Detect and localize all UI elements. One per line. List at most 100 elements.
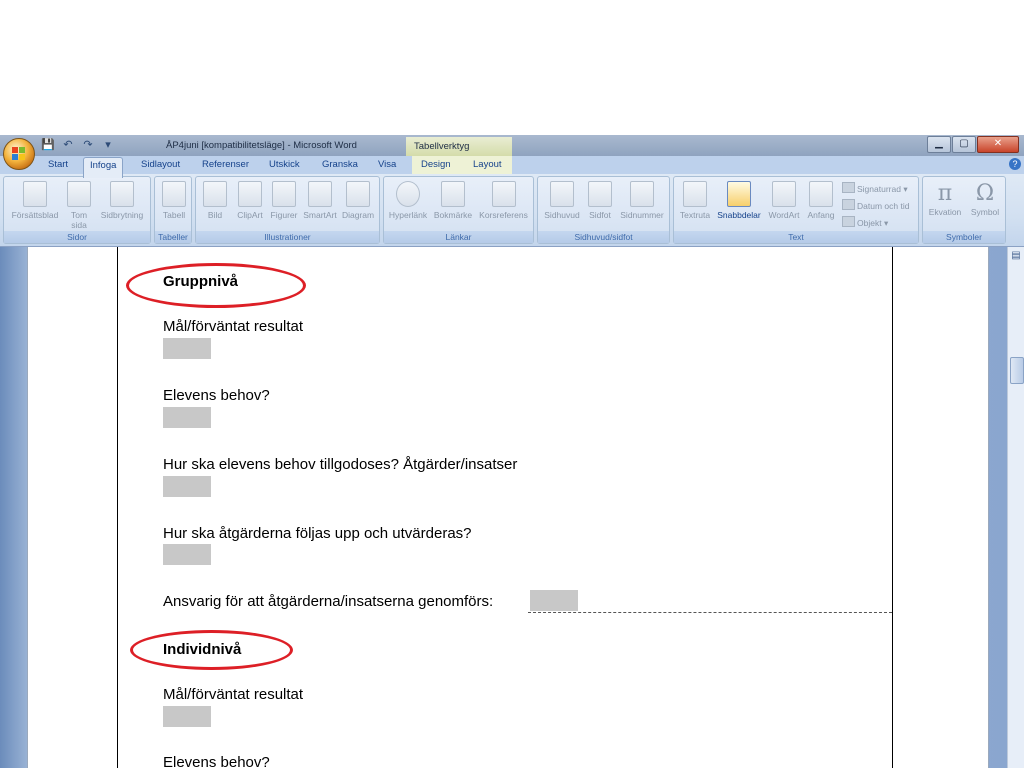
question-needs: Elevens behov? (163, 387, 270, 404)
hyperlink-button[interactable]: Hyperlänk (386, 181, 430, 220)
question-followup: Hur ska åtgärderna följas upp och utvärd… (163, 525, 472, 542)
page-number-button[interactable]: Sidnummer (617, 181, 667, 220)
group-label-tabeller: Tabeller (155, 231, 191, 243)
shapes-button[interactable]: Figurer (268, 181, 300, 220)
form-field-how[interactable] (163, 476, 211, 497)
form-field-followup[interactable] (163, 544, 211, 565)
table-row-separator (528, 612, 892, 613)
save-icon[interactable]: 💾 (40, 138, 56, 152)
blank-area (0, 0, 1024, 135)
tab-visa[interactable]: Visa (378, 159, 396, 170)
form-field-responsible[interactable] (530, 590, 578, 611)
symbol-button[interactable]: Ω Symbol (966, 181, 1004, 217)
smartart-button[interactable]: SmartArt (301, 181, 339, 220)
office-button[interactable] (3, 138, 35, 170)
table-border-right (892, 247, 893, 768)
form-field-goal-2[interactable] (163, 706, 211, 727)
tab-design[interactable]: Design (421, 159, 451, 170)
group-label-text: Text (674, 231, 918, 243)
office-logo-icon (12, 147, 25, 160)
clipart-icon (238, 181, 262, 207)
clipart-button[interactable]: ClipArt (232, 181, 268, 220)
minimize-button[interactable]: ▁ (927, 136, 951, 153)
table-icon (162, 181, 186, 207)
group-text: Textruta Snabbdelar WordArt Anfang Signa… (673, 176, 919, 244)
question-responsible: Ansvarig för att åtgärderna/insatserna g… (163, 593, 494, 610)
picture-icon (203, 181, 227, 207)
blank-page-icon (67, 181, 91, 207)
page-break-icon (110, 181, 134, 207)
calendar-icon (842, 199, 855, 210)
chart-icon (346, 181, 370, 207)
quick-parts-button[interactable]: Snabbdelar (714, 181, 764, 220)
group-sidhuvud-sidfot: Sidhuvud Sidfot Sidnummer Sidhuvud/sidfo… (537, 176, 670, 244)
page-break-button[interactable]: Sidbrytning (96, 181, 148, 220)
quick-parts-icon (727, 181, 751, 207)
footer-button[interactable]: Sidfot (585, 181, 615, 220)
scroll-thumb[interactable] (1010, 357, 1024, 384)
help-icon[interactable]: ? (1009, 158, 1021, 170)
group-label-sidor: Sidor (4, 231, 150, 243)
bookmark-icon (441, 181, 465, 207)
group-label-symboler: Symboler (923, 231, 1005, 243)
textbox-icon (683, 181, 707, 207)
chart-button[interactable]: Diagram (340, 181, 376, 220)
question-needs-2: Elevens behov? (163, 754, 270, 771)
footer-icon (588, 181, 612, 207)
tab-infoga[interactable]: Infoga (83, 157, 124, 178)
signature-line-button[interactable]: Signaturrad ▾ (842, 182, 908, 195)
date-time-button[interactable]: Datum och tid (842, 199, 909, 211)
quick-access-toolbar: 💾 ↶ ↷ ▾ (40, 137, 116, 153)
form-field-needs[interactable] (163, 407, 211, 428)
table-border-left (117, 247, 118, 768)
object-button[interactable]: Objekt ▾ (842, 216, 888, 229)
ruler-toggle-icon[interactable]: ▤ (1009, 250, 1023, 264)
group-label-sidhuvud-sidfot: Sidhuvud/sidfot (538, 231, 669, 243)
heading-gruppniva: Gruppnivå (163, 273, 239, 290)
question-goal: Mål/förväntat resultat (163, 318, 304, 335)
maximize-button[interactable]: ▢ (952, 136, 976, 153)
cross-reference-button[interactable]: Korsreferens (476, 181, 531, 220)
redo-icon[interactable]: ↷ (80, 138, 96, 152)
vertical-scrollbar[interactable] (1007, 247, 1024, 768)
group-tabeller: Tabell Tabeller (154, 176, 192, 244)
group-sidor: Försättsblad Tom sida Sidbrytning Sidor (3, 176, 151, 244)
bookmark-button[interactable]: Bokmärke (431, 181, 475, 220)
smartart-icon (308, 181, 332, 207)
blank-page-button[interactable]: Tom sida (64, 181, 94, 230)
drop-cap-button[interactable]: Anfang (804, 181, 838, 220)
window-controls: ▁ ▢ ✕ (927, 136, 1019, 153)
cover-page-button[interactable]: Försättsblad (8, 181, 62, 220)
form-field-goal[interactable] (163, 338, 211, 359)
tab-layout[interactable]: Layout (473, 159, 502, 170)
table-button[interactable]: Tabell (157, 181, 191, 220)
drop-cap-icon (809, 181, 833, 207)
tab-sidlayout[interactable]: Sidlayout (141, 159, 180, 170)
tab-granska[interactable]: Granska (322, 159, 358, 170)
shapes-icon (272, 181, 296, 207)
omega-icon: Ω (975, 181, 995, 206)
tab-utskick[interactable]: Utskick (269, 159, 300, 170)
question-goal-2: Mål/förväntat resultat (163, 686, 304, 703)
header-button[interactable]: Sidhuvud (540, 181, 584, 220)
wordart-button[interactable]: WordArt (765, 181, 803, 220)
picture-button[interactable]: Bild (200, 181, 230, 220)
tab-start[interactable]: Start (48, 159, 68, 170)
textbox-button[interactable]: Textruta (676, 181, 714, 220)
customize-icon[interactable]: ▾ (100, 138, 116, 152)
header-icon (550, 181, 574, 207)
undo-icon[interactable]: ↶ (60, 138, 76, 152)
heading-individniva: Individnivå (163, 641, 242, 658)
wordart-icon (772, 181, 796, 207)
window-title: ÅP4juni [kompatibilitetsläge] - Microsof… (166, 140, 357, 151)
close-button[interactable]: ✕ (977, 136, 1019, 153)
contextual-tab-title: Tabellverktyg (406, 137, 512, 156)
question-how: Hur ska elevens behov tillgodoses? Åtgär… (163, 456, 518, 473)
group-illustrationer: Bild ClipArt Figurer SmartArt Diagram Il… (195, 176, 380, 244)
equation-button[interactable]: π Ekvation (925, 181, 965, 217)
pi-icon: π (937, 181, 953, 206)
signature-icon (842, 182, 855, 193)
tab-referenser[interactable]: Referenser (202, 159, 249, 170)
group-label-illustrationer: Illustrationer (196, 231, 379, 243)
title-bar (0, 135, 1024, 156)
